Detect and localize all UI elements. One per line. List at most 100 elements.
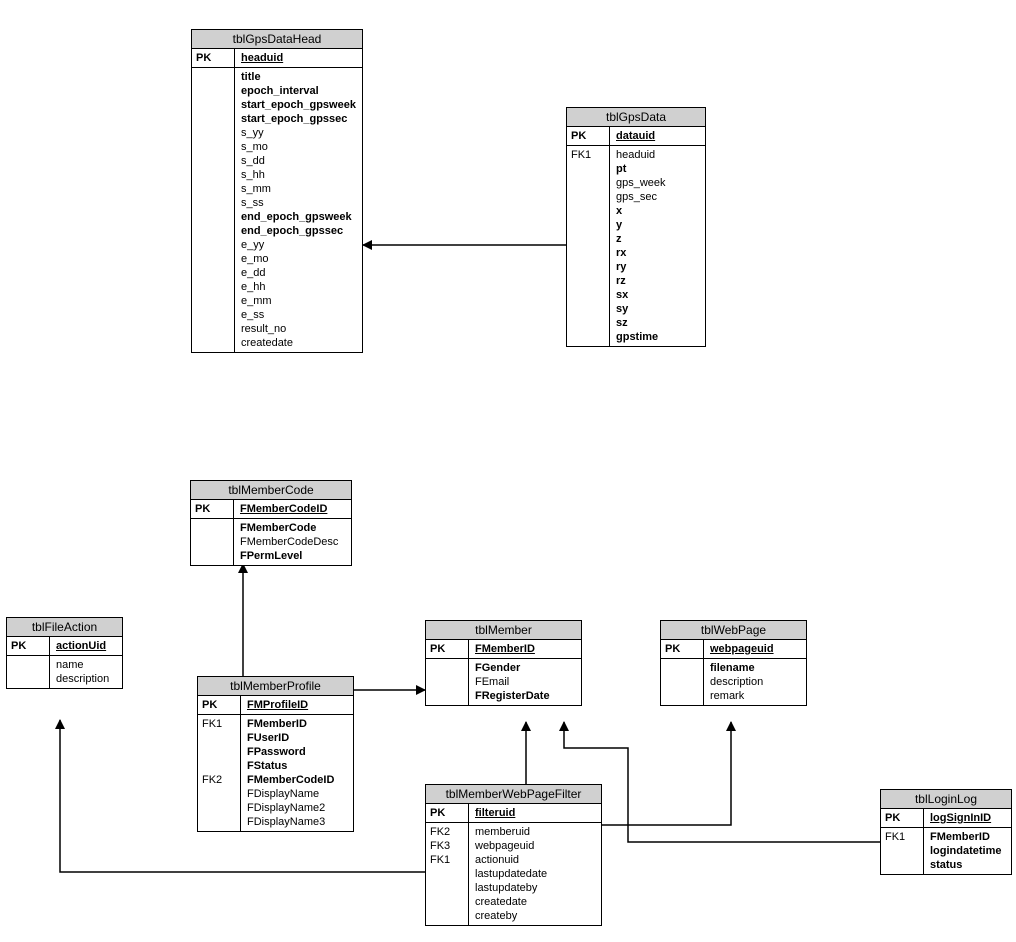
key-cell <box>571 330 605 344</box>
key-cell <box>195 535 229 549</box>
field-cell: createby <box>475 909 595 923</box>
key-cell <box>202 745 236 759</box>
key-cell <box>571 302 605 316</box>
field-cell: sy <box>616 302 699 316</box>
field-cell: e_hh <box>241 280 356 294</box>
key-cell <box>202 759 236 773</box>
key-col <box>426 659 469 705</box>
field-cell: epoch_interval <box>241 84 356 98</box>
key-col <box>192 68 235 352</box>
field-cell: e_mm <box>241 294 356 308</box>
key-cell <box>196 336 230 350</box>
field-cell: pt <box>616 162 699 176</box>
field-cell: result_no <box>241 322 356 336</box>
field-cell: headuid <box>616 148 699 162</box>
key-col <box>661 659 704 705</box>
field-cell: end_epoch_gpssec <box>241 224 356 238</box>
entity-title: tblWebPage <box>661 621 806 640</box>
key-cell <box>196 238 230 252</box>
key-cell <box>430 881 464 895</box>
field-cell: rz <box>616 274 699 288</box>
key-cell <box>571 162 605 176</box>
entity-title: tblMember <box>426 621 581 640</box>
key-cell: FK2 <box>202 773 236 787</box>
field-col: FMemberCodeFMemberCodeDescFPermLevel <box>234 519 351 565</box>
key-cell <box>196 126 230 140</box>
key-col: FK1 <box>881 828 924 874</box>
key-cell <box>430 895 464 909</box>
pk-label: PK <box>202 698 236 712</box>
key-cell: FK2 <box>430 825 464 839</box>
field-cell: FStatus <box>247 759 347 773</box>
key-cell <box>196 112 230 126</box>
field-cell: webpageuid <box>475 839 595 853</box>
key-cell: FK1 <box>571 148 605 162</box>
key-cell <box>202 815 236 829</box>
key-cell <box>430 909 464 923</box>
entity-title: tblMemberWebPageFilter <box>426 785 601 804</box>
field-cell: FMemberCodeDesc <box>240 535 345 549</box>
entity-title: tblGpsDataHead <box>192 30 362 49</box>
pk-field: headuid <box>241 51 356 65</box>
field-cell: title <box>241 70 356 84</box>
pk-label: PK <box>665 642 699 656</box>
field-col: headuidptgps_weekgps_secxyzrxryrzsxsyszg… <box>610 146 705 346</box>
entity-tblWebPage: tblWebPage PK webpageuid filenamedescrip… <box>660 620 807 706</box>
key-cell <box>885 858 919 872</box>
field-cell: FMemberID <box>247 717 347 731</box>
key-cell <box>196 308 230 322</box>
pk-label: PK <box>430 642 464 656</box>
field-cell: gps_week <box>616 176 699 190</box>
entity-tblGpsDataHead: tblGpsDataHead PK headuid titleepoch_int… <box>191 29 363 353</box>
field-cell: remark <box>710 689 800 703</box>
key-cell <box>571 288 605 302</box>
pk-label: PK <box>430 806 464 820</box>
entity-tblMemberWebPageFilter: tblMemberWebPageFilter PK filteruid FK2F… <box>425 784 602 926</box>
field-cell: FMemberID <box>930 830 1005 844</box>
field-cell: FUserID <box>247 731 347 745</box>
key-cell <box>196 294 230 308</box>
key-cell <box>571 232 605 246</box>
key-cell <box>430 867 464 881</box>
field-cell: actionuid <box>475 853 595 867</box>
key-cell <box>196 280 230 294</box>
entity-tblFileAction: tblFileAction PK actionUid namedescripti… <box>6 617 123 689</box>
field-cell: e_mo <box>241 252 356 266</box>
field-cell: FPermLevel <box>240 549 345 563</box>
field-col: FMemberIDFUserIDFPasswordFStatusFMemberC… <box>241 715 353 831</box>
key-cell <box>202 787 236 801</box>
field-cell: createdate <box>475 895 595 909</box>
field-cell: description <box>56 672 116 686</box>
field-cell: status <box>930 858 1005 872</box>
key-cell <box>196 84 230 98</box>
key-cell <box>571 176 605 190</box>
pk-field: logSignInID <box>930 811 1005 825</box>
pk-label: PK <box>571 129 605 143</box>
field-cell: name <box>56 658 116 672</box>
key-cell <box>665 689 699 703</box>
key-cell: FK1 <box>202 717 236 731</box>
field-cell: s_dd <box>241 154 356 168</box>
field-cell: FMemberCode <box>240 521 345 535</box>
field-col: memberuidwebpageuidactionuidlastupdateda… <box>469 823 601 925</box>
entity-tblMember: tblMember PK FMemberID FGenderFEmailFReg… <box>425 620 582 706</box>
key-col: FK1 <box>567 146 610 346</box>
field-cell: FDisplayName <box>247 787 347 801</box>
field-cell: sx <box>616 288 699 302</box>
field-cell: e_yy <box>241 238 356 252</box>
entity-title: tblMemberProfile <box>198 677 353 696</box>
pk-label: PK <box>195 502 229 516</box>
key-cell <box>196 140 230 154</box>
field-col: namedescription <box>50 656 122 688</box>
key-cell <box>196 196 230 210</box>
pk-label: PK <box>11 639 45 653</box>
field-cell: filename <box>710 661 800 675</box>
pk-label: PK <box>196 51 230 65</box>
key-cell <box>571 218 605 232</box>
key-cell <box>195 521 229 535</box>
entity-tblLoginLog: tblLoginLog PK logSignInID FK1 FMemberID… <box>880 789 1012 875</box>
field-cell: FRegisterDate <box>475 689 575 703</box>
field-cell: sz <box>616 316 699 330</box>
key-cell <box>196 224 230 238</box>
field-cell: memberuid <box>475 825 595 839</box>
